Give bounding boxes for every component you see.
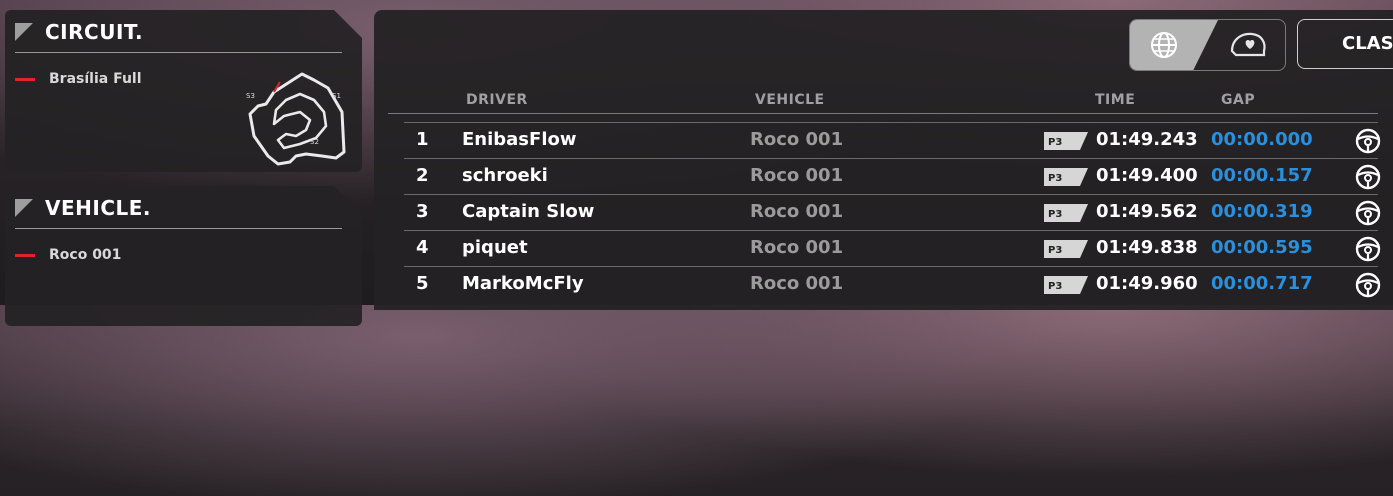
class-badge-icon: P3 [1044,168,1088,186]
gap-time: 00:00.157 [1211,165,1313,186]
vehicle-name: Roco 001 [49,247,122,263]
vehicle-title: VEHICLE. [45,196,152,220]
lap-time: 01:49.960 [1096,273,1198,294]
driver-name: piquet [462,237,528,258]
steering-wheel-icon[interactable] [1354,163,1382,191]
vehicle-name: Roco 001 [750,165,844,186]
table-row[interactable]: 3 Captain Slow Roco 001 P3 01:49.562 00:… [404,194,1381,230]
class-button[interactable]: CLAS [1297,19,1393,69]
badge-label: P3 [1048,137,1062,148]
results-panel: CLAS DRIVER VEHICLE TIME GAP 1 EnibasFlo… [374,10,1393,310]
circuit-panel: CIRCUIT. Brasília Full S3 S1 S2 [5,10,362,172]
gap-time: 00:00.319 [1211,201,1313,222]
vehicle-panel: VEHICLE. Roco 001 [5,186,362,326]
driver-name: schroeki [462,165,548,186]
table-row[interactable]: 2 schroeki Roco 001 P3 01:49.400 00:00.1… [404,158,1381,194]
driver-name: MarkoMcFly [462,273,584,294]
vehicle-image [105,456,165,496]
position: 2 [416,165,429,186]
gap-time: 00:00.595 [1211,237,1313,258]
driver-name: Captain Slow [462,201,595,222]
header-gap[interactable]: GAP [1221,92,1255,108]
header-time[interactable]: TIME [1095,92,1135,108]
header-divider [388,113,1378,114]
vehicle-item[interactable]: Roco 001 [15,247,362,263]
badge-label: P3 [1048,173,1062,184]
vehicle-name: Roco 001 [750,129,844,150]
steering-wheel-icon[interactable] [1354,127,1382,155]
gap-time: 00:00.717 [1211,273,1313,294]
red-dash-marker [15,254,35,257]
sector-label: S3 [246,92,255,100]
vehicle-name: Roco 001 [750,237,844,258]
table-row[interactable]: 5 MarkoMcFly Roco 001 P3 01:49.960 00:00… [404,266,1381,302]
badge-label: P3 [1048,209,1062,220]
steering-wheel-icon[interactable] [1354,235,1382,263]
position: 1 [416,129,429,150]
gap-time: 00:00.000 [1211,129,1313,150]
class-badge-icon: P3 [1044,240,1088,258]
lap-time: 01:49.838 [1096,237,1198,258]
corner-triangle-icon [15,23,33,41]
vehicle-name: Roco 001 [750,273,844,294]
class-badge-icon: P3 [1044,276,1088,294]
class-badge-icon: P3 [1044,132,1088,150]
position: 4 [416,237,429,258]
position: 5 [416,273,429,294]
class-badge-icon: P3 [1044,204,1088,222]
lap-time: 01:49.400 [1096,165,1198,186]
circuit-title: CIRCUIT. [45,20,144,44]
table-row[interactable]: 1 EnibasFlow Roco 001 P3 01:49.243 00:00… [404,122,1381,158]
header-driver[interactable]: DRIVER [466,92,528,108]
header-vehicle[interactable]: VEHICLE [755,92,825,108]
badge-label: P3 [1048,281,1062,292]
vehicle-name: Roco 001 [750,201,844,222]
sector-label: S2 [310,138,319,146]
position: 3 [416,201,429,222]
circuit-header: CIRCUIT. [5,10,362,44]
lap-time: 01:49.562 [1096,201,1198,222]
vehicle-header: VEHICLE. [5,186,362,220]
track-map-icon: S3 S1 S2 [244,64,354,168]
corner-triangle-icon [15,199,33,217]
circuit-divider [15,52,342,53]
table-row[interactable]: 4 piquet Roco 001 P3 01:49.838 00:00.595 [404,230,1381,266]
circuit-name: Brasília Full [49,71,142,87]
sector-label: S1 [332,92,341,100]
badge-label: P3 [1048,245,1062,256]
lap-time: 01:49.243 [1096,129,1198,150]
globe-icon[interactable] [1146,31,1182,59]
scope-toggle[interactable] [1129,19,1286,71]
steering-wheel-icon[interactable] [1354,271,1382,299]
vehicle-divider [15,228,342,229]
driver-name: EnibasFlow [462,129,577,150]
steering-wheel-icon[interactable] [1354,199,1382,227]
red-dash-marker [15,78,35,81]
helmet-heart-icon[interactable] [1228,31,1268,59]
